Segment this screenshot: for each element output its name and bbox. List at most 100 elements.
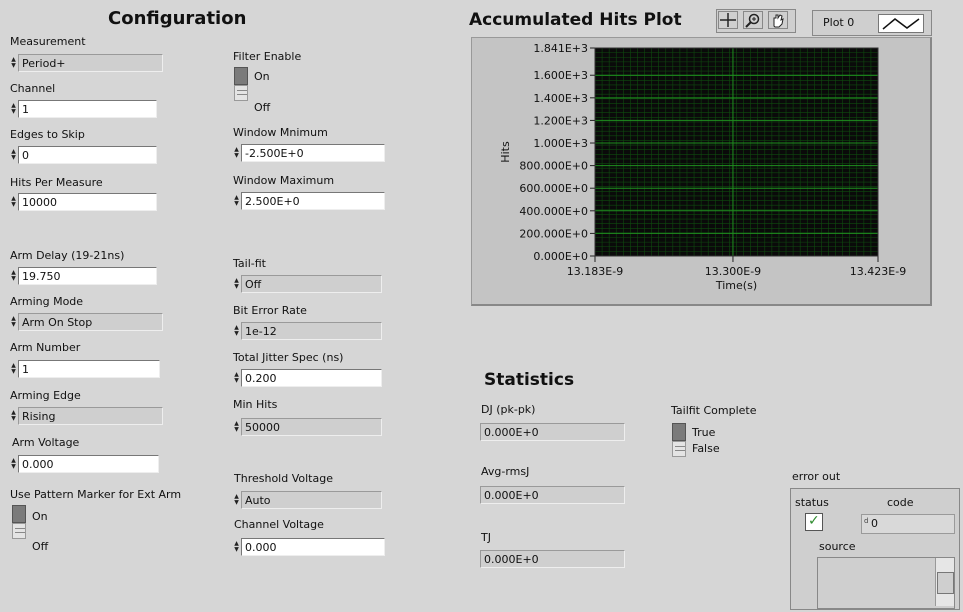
scrollbar-thumb[interactable] bbox=[937, 572, 954, 594]
pattern-marker-on-label: On bbox=[32, 510, 48, 523]
total-jitter-spec-field[interactable]: ▲ ▼ 0.200 bbox=[233, 369, 382, 387]
source-scrollbar[interactable] bbox=[935, 558, 954, 606]
edges-to-skip-label: Edges to Skip bbox=[10, 128, 85, 141]
filter-enable-on-label: On bbox=[254, 70, 270, 83]
spinner-arrows-icon[interactable]: ▲ ▼ bbox=[233, 369, 240, 387]
spinner-arrows-icon[interactable]: ▲ ▼ bbox=[10, 146, 17, 164]
source-label: source bbox=[819, 540, 856, 553]
error-out-cluster: status code ✓ d 0 source bbox=[790, 488, 960, 610]
spinner-arrows-icon[interactable]: ▲ ▼ bbox=[233, 144, 240, 162]
spinner-arrows-icon[interactable]: ▲ ▼ bbox=[10, 100, 17, 118]
y-tick-label: 400.000E+0 bbox=[519, 205, 588, 218]
pattern-marker-toggle[interactable] bbox=[12, 505, 26, 539]
dj-indicator: 0.000E+0 bbox=[480, 423, 625, 441]
configuration-title: Configuration bbox=[108, 8, 247, 29]
arming-edge-ring[interactable]: ▲ ▼ Rising bbox=[10, 407, 163, 425]
measurement-ring[interactable]: ▲ ▼ Period+ bbox=[10, 54, 163, 72]
spinner-arrows-icon[interactable]: ▲ ▼ bbox=[10, 313, 17, 331]
y-tick-label: 800.000E+0 bbox=[519, 160, 588, 173]
y-tick-label: 1.600E+3 bbox=[533, 69, 588, 82]
status-label: status bbox=[795, 496, 829, 509]
spinner-arrows-icon[interactable]: ▲ ▼ bbox=[233, 275, 240, 293]
y-tick-label: 1.841E+3 bbox=[533, 42, 588, 55]
spinner-arrows-icon[interactable]: ▲ ▼ bbox=[233, 322, 240, 340]
y-tick-label: 1.000E+3 bbox=[533, 137, 588, 150]
tailfit-complete-label: Tailfit Complete bbox=[671, 404, 757, 417]
spinner-arrows-icon[interactable]: ▲ ▼ bbox=[10, 267, 17, 285]
numeric-prefix-icon: d bbox=[864, 517, 869, 525]
y-tick-label: 1.200E+3 bbox=[533, 114, 588, 127]
x-tick-label: 13.300E-9 bbox=[705, 265, 761, 278]
window-max-label: Window Maximum bbox=[233, 174, 335, 187]
channel-voltage-field[interactable]: ▲ ▼ 0.000 bbox=[233, 538, 385, 556]
plot-title: Accumulated Hits Plot bbox=[469, 10, 682, 30]
spinner-arrows-icon[interactable]: ▲ ▼ bbox=[10, 455, 17, 473]
tailfit-false-label: False bbox=[692, 442, 720, 455]
arming-edge-label: Arming Edge bbox=[10, 389, 81, 402]
arming-mode-ring[interactable]: ▲ ▼ Arm On Stop bbox=[10, 313, 163, 331]
source-indicator bbox=[817, 557, 955, 609]
arm-voltage-field[interactable]: ▲ ▼ 0.000 bbox=[10, 455, 159, 473]
code-indicator: d 0 bbox=[861, 514, 955, 534]
tail-fit-ring[interactable]: ▲ ▼ Off bbox=[233, 275, 382, 293]
threshold-voltage-ring[interactable]: ▲ ▼ Auto bbox=[233, 491, 382, 509]
error-out-title: error out bbox=[792, 470, 841, 483]
channel-field[interactable]: ▲ ▼ 1 bbox=[10, 100, 157, 118]
arming-mode-label: Arming Mode bbox=[10, 295, 84, 308]
total-jitter-spec-label: Total Jitter Spec (ns) bbox=[233, 351, 344, 364]
spinner-arrows-icon[interactable]: ▲ ▼ bbox=[10, 193, 17, 211]
arm-delay-field[interactable]: ▲ ▼ 19.750 bbox=[10, 267, 157, 285]
min-hits-label: Min Hits bbox=[233, 398, 278, 411]
code-label: code bbox=[887, 496, 914, 509]
spinner-arrows-icon[interactable]: ▲ ▼ bbox=[10, 54, 17, 72]
tail-fit-label: Tail-fit bbox=[233, 257, 266, 270]
spinner-arrows-icon[interactable]: ▲ ▼ bbox=[233, 491, 240, 509]
hand-icon[interactable] bbox=[768, 11, 788, 29]
check-icon: ✓ bbox=[808, 513, 820, 529]
tailfit-complete-led bbox=[672, 423, 686, 457]
spinner-arrows-icon[interactable]: ▲ ▼ bbox=[233, 418, 240, 436]
plot-legend-label: Plot 0 bbox=[823, 16, 855, 29]
filter-enable-label: Filter Enable bbox=[233, 50, 302, 63]
channel-label: Channel bbox=[10, 82, 56, 95]
spinner-arrows-icon[interactable]: ▲ ▼ bbox=[10, 360, 17, 378]
y-tick-label: 600.000E+0 bbox=[519, 182, 588, 195]
y-tick-label: 200.000E+0 bbox=[519, 227, 588, 240]
arm-delay-label: Arm Delay (19-21ns) bbox=[10, 249, 125, 262]
hits-per-measure-label: Hits Per Measure bbox=[10, 176, 103, 189]
crosshair-icon[interactable] bbox=[718, 11, 738, 29]
x-axis-label: Time(s) bbox=[715, 279, 757, 292]
zoom-icon[interactable] bbox=[743, 11, 763, 29]
x-tick-label: 13.423E-9 bbox=[850, 265, 906, 278]
x-tick-label: 13.183E-9 bbox=[567, 265, 623, 278]
dj-label: DJ (pk-pk) bbox=[481, 403, 536, 416]
accumulated-hits-chart: 0.000E+0 200.000E+0 400.000E+0 600.000E+0 80… bbox=[499, 42, 906, 292]
arm-voltage-label: Arm Voltage bbox=[12, 436, 80, 449]
channel-voltage-label: Channel Voltage bbox=[234, 518, 324, 531]
spinner-arrows-icon[interactable]: ▲ ▼ bbox=[233, 192, 240, 210]
edges-to-skip-field[interactable]: ▲ ▼ 0 bbox=[10, 146, 157, 164]
window-min-field[interactable]: ▲ ▼ -2.500E+0 bbox=[233, 144, 385, 162]
plot-line-style-icon[interactable] bbox=[878, 14, 924, 33]
spinner-arrows-icon[interactable]: ▲ ▼ bbox=[10, 407, 17, 425]
status-checkbox[interactable]: ✓ bbox=[805, 513, 823, 531]
y-tick-label: 0.000E+0 bbox=[533, 250, 588, 263]
bit-error-rate-ring[interactable]: ▲ ▼ 1e-12 bbox=[233, 322, 382, 340]
min-hits-field[interactable]: ▲ ▼ 50000 bbox=[233, 418, 382, 436]
pattern-marker-off-label: Off bbox=[32, 540, 49, 553]
avg-rmsj-indicator: 0.000E+0 bbox=[480, 486, 625, 504]
measurement-label: Measurement bbox=[10, 35, 86, 48]
spinner-arrows-icon[interactable]: ▲ ▼ bbox=[233, 538, 240, 556]
bit-error-rate-label: Bit Error Rate bbox=[233, 304, 307, 317]
plot-legend[interactable]: Plot 0 bbox=[812, 10, 932, 36]
filter-enable-toggle[interactable] bbox=[234, 67, 248, 101]
y-tick-label: 1.400E+3 bbox=[533, 92, 588, 105]
y-axis-label: Hits bbox=[499, 141, 512, 163]
arm-number-label: Arm Number bbox=[10, 341, 81, 354]
pattern-marker-label: Use Pattern Marker for Ext Arm bbox=[10, 488, 182, 501]
statistics-title: Statistics bbox=[484, 370, 575, 390]
arm-number-field[interactable]: ▲ ▼ 1 bbox=[10, 360, 160, 378]
hits-per-measure-field[interactable]: ▲ ▼ 10000 bbox=[10, 193, 157, 211]
window-max-field[interactable]: ▲ ▼ 2.500E+0 bbox=[233, 192, 385, 210]
threshold-voltage-label: Threshold Voltage bbox=[234, 472, 333, 485]
